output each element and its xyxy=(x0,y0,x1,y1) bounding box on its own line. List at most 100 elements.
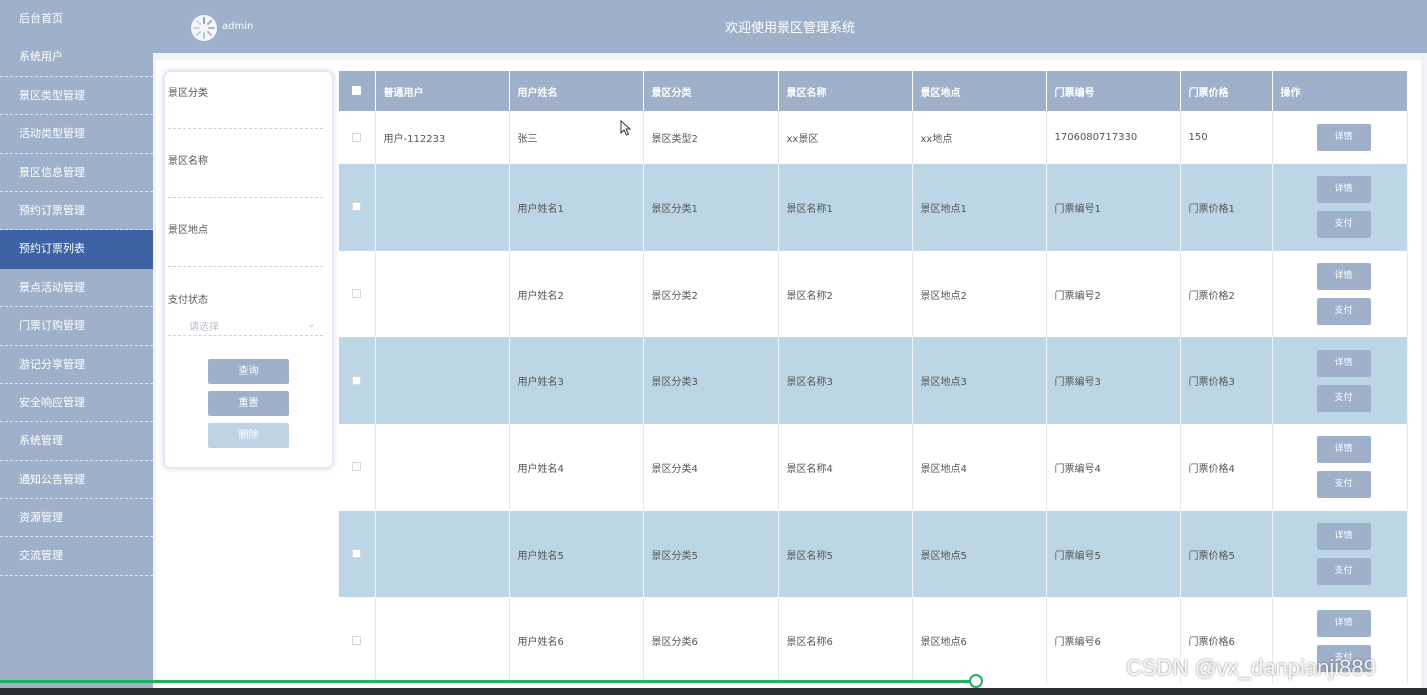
row-select-cell xyxy=(339,597,376,685)
cell-ticket-no: 门票编号3 xyxy=(1046,337,1181,425)
cell-price: 门票价格3 xyxy=(1180,337,1273,425)
row-select-cell xyxy=(339,111,376,164)
detail-button[interactable]: 详情 xyxy=(1316,436,1371,464)
location-filter-label: 景区地点 xyxy=(168,225,208,236)
row-checkbox[interactable] xyxy=(352,375,362,385)
cell-actions: 详情 xyxy=(1272,111,1408,164)
name-filter-label: 景区名称 xyxy=(168,156,208,167)
cell-actions: 详情 支付 xyxy=(1272,250,1408,338)
detail-button[interactable]: 详情 xyxy=(1316,124,1371,151)
name-filter-input[interactable] xyxy=(168,197,323,198)
cell-location: 景区地点5 xyxy=(912,510,1047,598)
row-checkbox[interactable] xyxy=(352,289,362,299)
column-header-actions: 操作 xyxy=(1272,71,1408,111)
column-header-name: 用户姓名 xyxy=(509,71,644,111)
cell-category: 景区分类6 xyxy=(643,597,779,685)
cell-name: 用户姓名6 xyxy=(509,597,644,685)
table-row: 用户姓名4 景区分类4 景区名称4 景区地点4 门票编号4 门票价格4 详情 支… xyxy=(339,424,1408,511)
location-filter-input[interactable] xyxy=(168,266,323,267)
cell-ticket-no: 门票编号2 xyxy=(1046,250,1181,338)
sidebar-item-booking-list[interactable]: 预约订票列表 xyxy=(0,230,153,269)
cell-ticket-no: 门票编号1 xyxy=(1046,164,1181,251)
cell-scenic: 景区名称6 xyxy=(778,597,913,685)
cell-ticket-no: 门票编号5 xyxy=(1046,510,1181,598)
sidebar-item-booking-management[interactable]: 预约订票管理 xyxy=(0,192,153,231)
sidebar-item-activity-types[interactable]: 活动类型管理 xyxy=(0,115,153,154)
column-header-ticket-no: 门票编号 xyxy=(1046,71,1181,111)
select-all-header xyxy=(339,71,376,111)
category-filter-label: 景区分类 xyxy=(168,88,208,99)
row-checkbox[interactable] xyxy=(352,202,362,212)
sidebar-item-resources[interactable]: 资源管理 xyxy=(0,499,153,538)
sidebar-item-system-users[interactable]: 系统用户 xyxy=(0,38,153,77)
progress-bar[interactable] xyxy=(0,680,976,683)
detail-button[interactable]: 详情 xyxy=(1316,523,1371,551)
detail-button[interactable]: 详情 xyxy=(1316,609,1371,637)
cell-ticket-no: 1706080717330 xyxy=(1046,111,1181,164)
cell-user xyxy=(375,597,510,685)
table-row: 用户姓名1 景区分类1 景区名称1 景区地点1 门票编号1 门票价格1 详情 支… xyxy=(339,164,1408,251)
select-all-checkbox[interactable] xyxy=(352,86,362,95)
row-checkbox[interactable] xyxy=(352,635,362,645)
table-row: 用户-112233 张三 景区类型2 xx景区 xx地点 17060807173… xyxy=(339,111,1408,164)
sidebar-item-safety-response[interactable]: 安全响应管理 xyxy=(0,384,153,423)
cell-location: 景区地点1 xyxy=(912,164,1047,251)
pay-status-filter-label: 支付状态 xyxy=(168,295,208,306)
sidebar-item-system-management[interactable]: 系统管理 xyxy=(0,422,153,461)
progress-knob[interactable] xyxy=(969,674,983,688)
cell-scenic: 景区名称5 xyxy=(778,510,913,598)
booking-table: 普通用户 用户姓名 景区分类 景区名称 景区地点 门票编号 门票价格 操作 用户… xyxy=(339,71,1408,685)
column-header-price: 门票价格 xyxy=(1180,71,1273,111)
sidebar-item-home[interactable]: 后台首页 xyxy=(0,0,153,38)
sidebar-item-communication[interactable]: 交流管理 xyxy=(0,537,153,576)
cell-price: 门票价格5 xyxy=(1180,510,1273,598)
cell-price: 门票价格1 xyxy=(1180,164,1273,251)
pay-button[interactable]: 支付 xyxy=(1316,471,1371,499)
cell-name: 用户姓名1 xyxy=(509,164,644,251)
cell-actions: 详情 支付 xyxy=(1272,164,1408,251)
cell-category: 景区分类4 xyxy=(643,424,779,511)
row-checkbox[interactable] xyxy=(352,549,362,559)
cell-user xyxy=(375,424,510,511)
pay-button[interactable]: 支付 xyxy=(1316,558,1371,586)
category-filter-input[interactable] xyxy=(168,128,323,129)
row-select-cell xyxy=(339,337,376,425)
cell-user: 用户-112233 xyxy=(375,111,510,164)
sidebar-item-travel-notes[interactable]: 游记分享管理 xyxy=(0,346,153,384)
row-checkbox[interactable] xyxy=(352,462,362,472)
reset-button[interactable]: 重置 xyxy=(208,391,289,416)
cell-scenic: 景区名称4 xyxy=(778,424,913,511)
cell-user xyxy=(375,250,510,338)
chevron-down-icon[interactable]: ⌄ xyxy=(307,319,315,330)
page-title: 欢迎使用景区管理系统 xyxy=(724,21,855,36)
column-header-location: 景区地点 xyxy=(912,71,1047,111)
pay-button[interactable]: 支付 xyxy=(1316,298,1371,326)
sidebar-item-scenic-info[interactable]: 景区信息管理 xyxy=(0,154,153,192)
cell-user xyxy=(375,164,510,251)
table-row: 用户姓名2 景区分类2 景区名称2 景区地点2 门票编号2 门票价格2 详情 支… xyxy=(339,250,1408,338)
cell-actions: 详情 支付 xyxy=(1272,424,1408,511)
row-checkbox[interactable] xyxy=(352,132,362,142)
sidebar-item-ticket-orders[interactable]: 门票订购管理 xyxy=(0,307,153,346)
cell-ticket-no: 门票编号4 xyxy=(1046,424,1181,511)
pay-button[interactable]: 支付 xyxy=(1316,384,1371,412)
pay-status-select[interactable] xyxy=(168,335,323,336)
detail-button[interactable]: 详情 xyxy=(1316,349,1371,377)
sidebar-item-scenic-activities[interactable]: 景点活动管理 xyxy=(0,269,153,308)
detail-button[interactable]: 详情 xyxy=(1316,263,1371,291)
sidebar-item-scenic-types[interactable]: 景区类型管理 xyxy=(0,77,153,116)
column-header-category: 景区分类 xyxy=(643,71,779,111)
cell-name: 用户姓名2 xyxy=(509,250,644,338)
cell-scenic: 景区名称3 xyxy=(778,337,913,425)
pay-button[interactable]: 支付 xyxy=(1316,211,1371,239)
detail-button[interactable]: 详情 xyxy=(1316,176,1371,204)
cell-location: 景区地点4 xyxy=(912,424,1047,511)
cell-scenic: 景区名称1 xyxy=(778,164,913,251)
delete-button[interactable]: 删除 xyxy=(208,423,289,448)
bottom-bar xyxy=(0,688,1427,695)
cell-location: 景区地点3 xyxy=(912,337,1047,425)
mouse-cursor-icon xyxy=(620,120,632,136)
sidebar-item-announcements[interactable]: 通知公告管理 xyxy=(0,461,153,500)
query-button[interactable]: 查询 xyxy=(208,359,289,384)
pay-status-select-placeholder[interactable]: 请选择 xyxy=(189,318,219,333)
